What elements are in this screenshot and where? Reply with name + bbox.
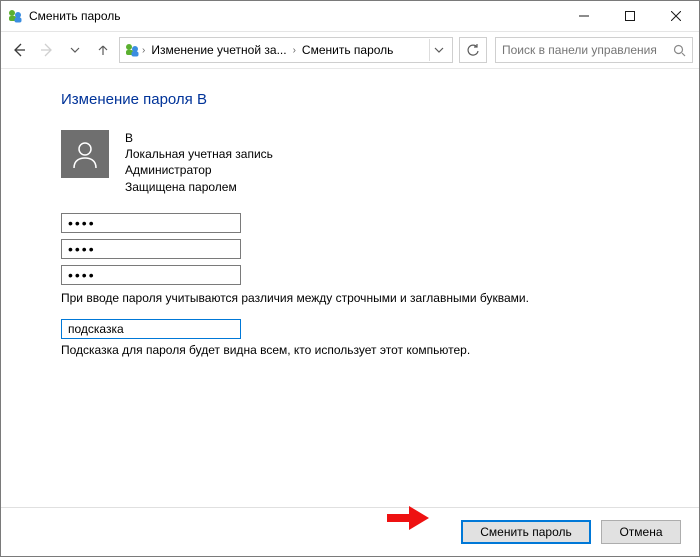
content-area: Изменение пароля В В Локальная учетная з… [1, 67, 699, 508]
user-name: В [125, 130, 273, 146]
avatar [61, 130, 109, 178]
window: Сменить пароль [0, 0, 700, 557]
maximize-button[interactable] [607, 2, 653, 31]
recent-locations-button[interactable] [63, 38, 87, 62]
forward-button[interactable] [35, 38, 59, 62]
user-role: Администратор [125, 162, 273, 178]
titlebar: Сменить пароль [1, 1, 699, 32]
page-heading: Изменение пароля В [61, 91, 699, 108]
confirm-password-input[interactable] [61, 265, 241, 285]
new-password-input[interactable] [61, 239, 241, 259]
case-sensitivity-note: При вводе пароля учитываются различия ме… [61, 291, 699, 305]
search-icon [672, 44, 688, 57]
user-accounts-icon [7, 8, 23, 24]
window-title: Сменить пароль [29, 9, 121, 23]
cancel-label: Отмена [619, 525, 662, 539]
change-password-button[interactable]: Сменить пароль [461, 520, 591, 544]
hint-visibility-note: Подсказка для пароля будет видна всем, к… [61, 343, 699, 357]
password-fields [61, 213, 699, 285]
account-type: Локальная учетная запись [125, 146, 273, 162]
current-password-input[interactable] [61, 213, 241, 233]
minimize-button[interactable] [561, 2, 607, 31]
window-controls [561, 2, 699, 31]
refresh-button[interactable] [459, 37, 487, 63]
address-dropdown-button[interactable] [429, 39, 448, 61]
back-button[interactable] [7, 38, 31, 62]
chevron-right-icon: › [140, 45, 147, 56]
password-protection: Защищена паролем [125, 179, 273, 195]
breadcrumb-level1[interactable]: Изменение учетной за... [147, 43, 290, 57]
user-info: В Локальная учетная запись Администратор… [125, 130, 273, 195]
search-box[interactable] [495, 37, 693, 63]
footer: Сменить пароль Отмена [1, 507, 699, 556]
change-password-label: Сменить пароль [480, 525, 572, 539]
address-bar[interactable]: › Изменение учетной за... › Сменить паро… [119, 37, 453, 63]
cancel-button[interactable]: Отмена [601, 520, 681, 544]
password-hint-input[interactable] [61, 319, 241, 339]
user-accounts-icon [124, 42, 140, 58]
close-button[interactable] [653, 2, 699, 31]
up-button[interactable] [91, 38, 115, 62]
user-summary: В Локальная учетная запись Администратор… [61, 130, 699, 195]
navbar: › Изменение учетной за... › Сменить паро… [1, 32, 699, 69]
search-input[interactable] [500, 42, 672, 58]
breadcrumb-level2[interactable]: Сменить пароль [298, 43, 398, 57]
chevron-right-icon: › [291, 45, 298, 56]
